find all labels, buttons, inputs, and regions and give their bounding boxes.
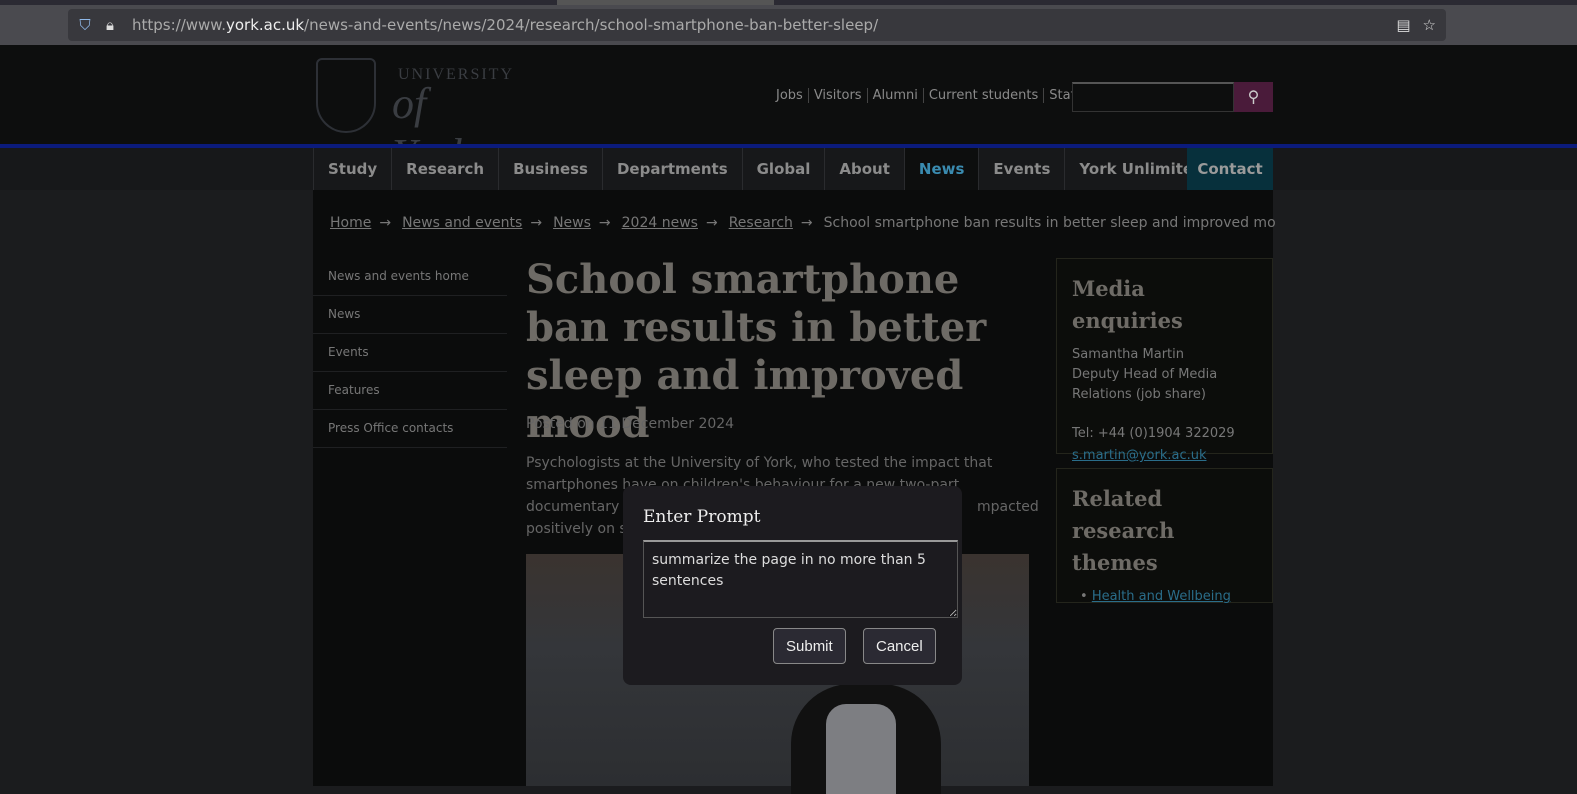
breadcrumb: Home → News and events → News → 2024 news → … xyxy=(330,215,1276,231)
crest-icon xyxy=(316,58,376,133)
site-search: ⚲ xyxy=(1072,82,1273,112)
related-themes-title: Related research themes xyxy=(1072,486,1175,575)
crumb-news[interactable]: News xyxy=(553,215,591,231)
shield-icon[interactable]: ⛉ xyxy=(77,16,93,34)
arrow-icon: → xyxy=(705,215,718,231)
media-enquiries-title: Media enquiries xyxy=(1072,276,1183,333)
sidebar-nav: News and events home News Events Feature… xyxy=(313,258,507,448)
media-enquiries-box: Media enquiries Samantha Martin Deputy H… xyxy=(1056,258,1273,463)
arrow-icon: → xyxy=(379,215,392,231)
link-current-students[interactable]: Current students xyxy=(922,88,1043,103)
browser-toolbar: ⛉ 🔒︎ https://www.york.ac.uk/news-and-eve… xyxy=(0,5,1577,45)
reader-view-icon[interactable]: ▤ xyxy=(1396,16,1410,34)
lock-icon[interactable]: 🔒︎ xyxy=(102,16,118,34)
person-shape xyxy=(826,704,896,794)
nav-events[interactable]: Events xyxy=(979,148,1066,190)
sidebar-item-features[interactable]: Features xyxy=(313,372,507,410)
intro-fragment: documentary s xyxy=(526,499,631,515)
arrow-icon: → xyxy=(598,215,611,231)
prompt-dialog: Enter Prompt summarize the page in no mo… xyxy=(623,486,962,685)
address-bar[interactable]: ⛉ 🔒︎ https://www.york.ac.uk/news-and-eve… xyxy=(68,9,1446,41)
search-icon: ⚲ xyxy=(1247,89,1260,106)
contact-role: Deputy Head of Media xyxy=(1072,367,1218,382)
contact-tel: Tel: +44 (0)1904 322029 xyxy=(1072,426,1235,441)
site-header: UNIVERSITYof York Jobs Visitors Alumni C… xyxy=(0,45,1577,179)
link-visitors[interactable]: Visitors xyxy=(807,88,867,103)
contact-name: Samantha Martin xyxy=(1072,347,1184,362)
nav-global[interactable]: Global xyxy=(743,148,826,190)
nav-research[interactable]: Research xyxy=(392,148,500,190)
nav-study[interactable]: Study xyxy=(314,148,393,190)
related-themes-box: Related research themes • Health and Wel… xyxy=(1056,468,1273,604)
main-nav: Study Research Business Departments Glob… xyxy=(0,148,1577,190)
search-button[interactable]: ⚲ xyxy=(1234,82,1273,112)
url-prefix: https://www. xyxy=(132,16,226,34)
sidebar-item-press-office-contacts[interactable]: Press Office contacts xyxy=(313,410,507,448)
arrow-icon: → xyxy=(530,215,543,231)
submit-button[interactable]: Submit xyxy=(773,628,846,664)
intro-fragment: mpacted xyxy=(977,499,1039,515)
crumb-home[interactable]: Home xyxy=(330,215,371,231)
url-domain: york.ac.uk xyxy=(225,16,305,34)
intro-line: Psychologists at the University of York,… xyxy=(526,455,993,471)
theme-health-and-wellbeing-link[interactable]: Health and Wellbeing xyxy=(1092,589,1231,604)
prompt-input[interactable]: summarize the page in no more than 5 sen… xyxy=(643,540,958,618)
bookmark-star-icon[interactable]: ☆ xyxy=(1423,16,1436,34)
contact-role: Relations (job share) xyxy=(1072,387,1206,402)
contact-email-link[interactable]: s.martin@york.ac.uk xyxy=(1072,448,1207,463)
cancel-button[interactable]: Cancel xyxy=(863,628,936,664)
nav-about[interactable]: About xyxy=(825,148,905,190)
posted-date: Posted on 11 December 2024 xyxy=(526,416,735,432)
dialog-title: Enter Prompt xyxy=(643,507,761,527)
crumb-news-and-events[interactable]: News and events xyxy=(402,215,522,231)
university-logo[interactable]: UNIVERSITYof York xyxy=(316,58,516,179)
crumb-research[interactable]: Research xyxy=(729,215,793,231)
sidebar-item-events[interactable]: Events xyxy=(313,334,507,372)
top-links: Jobs Visitors Alumni Current students St… xyxy=(776,88,1085,103)
link-jobs[interactable]: Jobs xyxy=(776,88,808,103)
link-alumni[interactable]: Alumni xyxy=(866,88,923,103)
nav-business[interactable]: Business xyxy=(499,148,603,190)
nav-news[interactable]: News xyxy=(904,148,980,190)
sidebar-item-news-and-events-home[interactable]: News and events home xyxy=(313,258,507,296)
url-path: /news-and-events/news/2024/research/scho… xyxy=(304,16,879,34)
url-text[interactable]: https://www.york.ac.uk/news-and-events/n… xyxy=(132,16,878,34)
arrow-icon: → xyxy=(800,215,813,231)
search-input[interactable] xyxy=(1072,82,1234,112)
crumb-current: School smartphone ban results in better … xyxy=(823,215,1276,231)
nav-departments[interactable]: Departments xyxy=(603,148,743,190)
sidebar-item-news[interactable]: News xyxy=(313,296,507,334)
nav-contact[interactable]: Contact xyxy=(1187,148,1273,190)
crumb-2024-news[interactable]: 2024 news xyxy=(622,215,698,231)
